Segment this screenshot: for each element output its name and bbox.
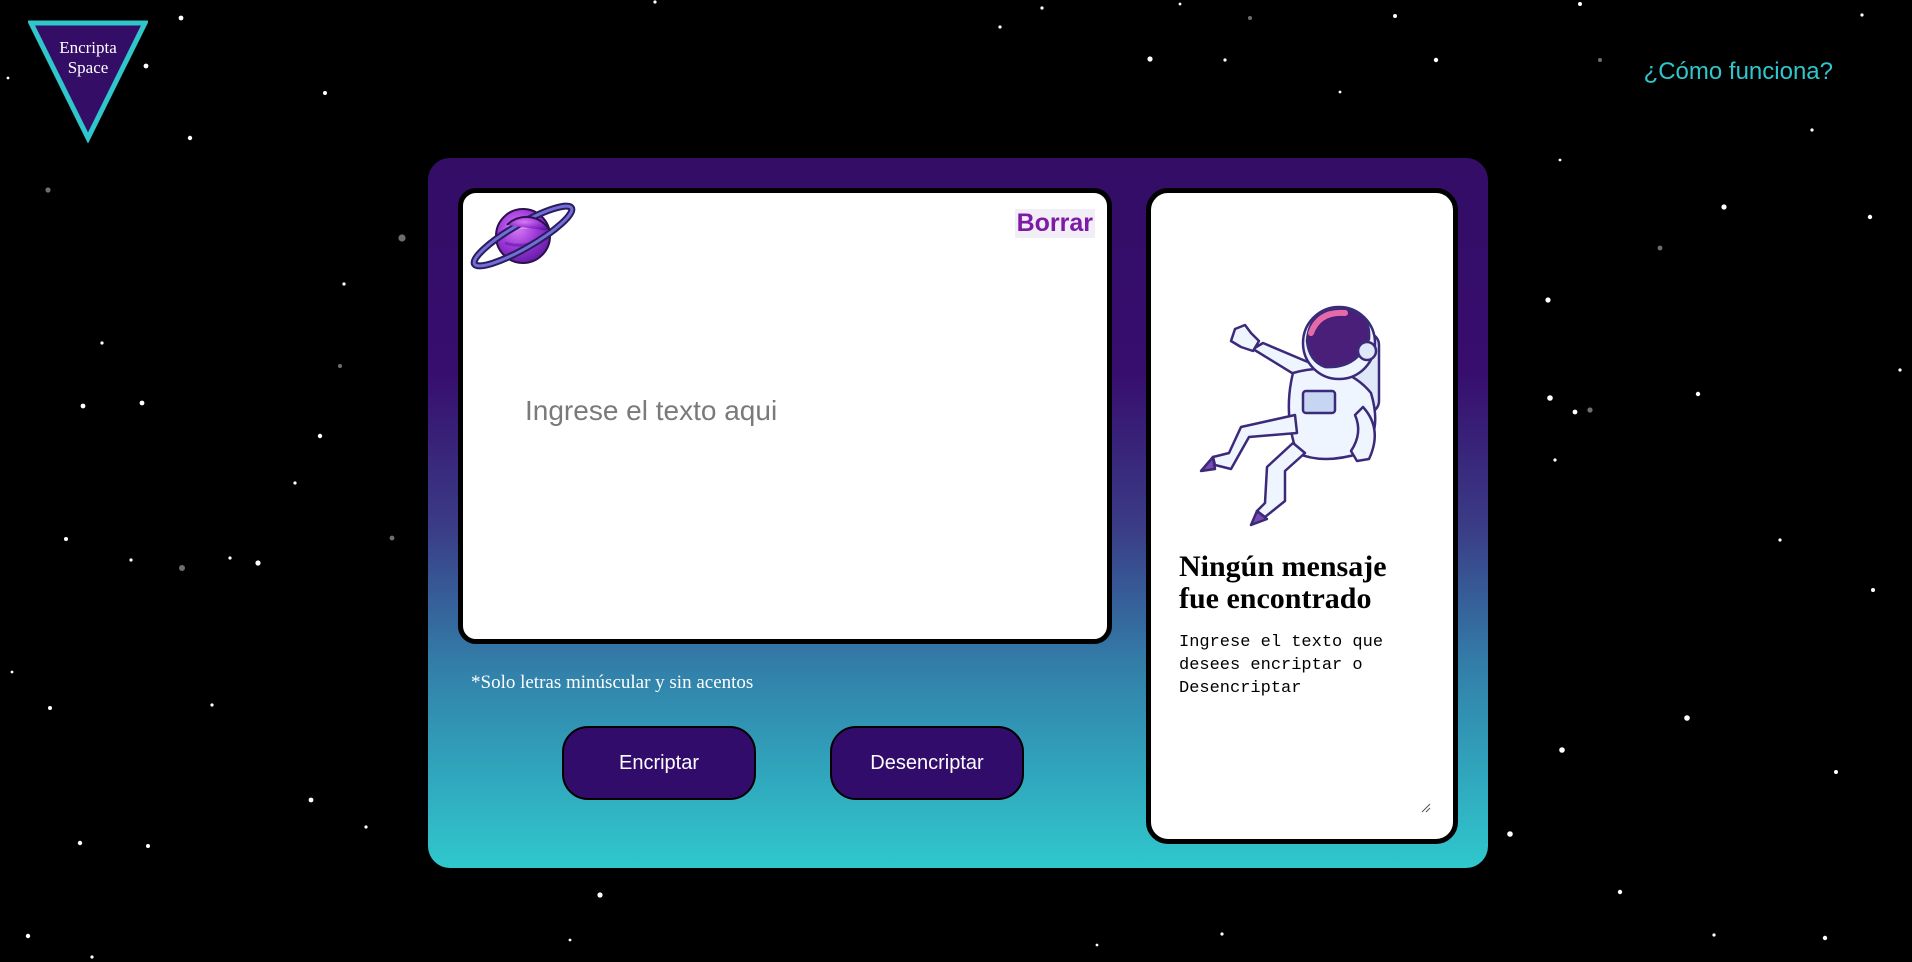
- main-panel: Borrar *Solo letras minúscular y sin ace…: [428, 158, 1488, 868]
- logo-line-2: Space: [67, 58, 109, 77]
- input-card: Borrar: [458, 188, 1112, 644]
- logo-text: Encripta Space: [28, 38, 148, 78]
- decrypt-button[interactable]: Desencriptar: [830, 726, 1024, 800]
- output-card: Ningún mensaje fue encontrado Ingrese el…: [1146, 188, 1458, 844]
- output-title: Ningún mensaje fue encontrado: [1179, 550, 1387, 615]
- astronaut-illustration: [1199, 305, 1381, 527]
- resize-handle-icon[interactable]: [1419, 801, 1431, 813]
- output-text[interactable]: Ingrese el texto que desees encriptar o …: [1179, 631, 1409, 700]
- encrypt-button[interactable]: Encriptar: [562, 726, 756, 800]
- logo-line-1: Encripta: [59, 38, 117, 57]
- logo[interactable]: Encripta Space: [26, 20, 150, 144]
- planet-icon: [470, 202, 576, 270]
- text-input[interactable]: [523, 393, 1067, 457]
- clear-button[interactable]: Borrar: [1014, 209, 1095, 238]
- how-it-works-link[interactable]: ¿Cómo funciona?: [1644, 58, 1833, 86]
- input-hint: *Solo letras minúscular y sin acentos: [471, 672, 754, 693]
